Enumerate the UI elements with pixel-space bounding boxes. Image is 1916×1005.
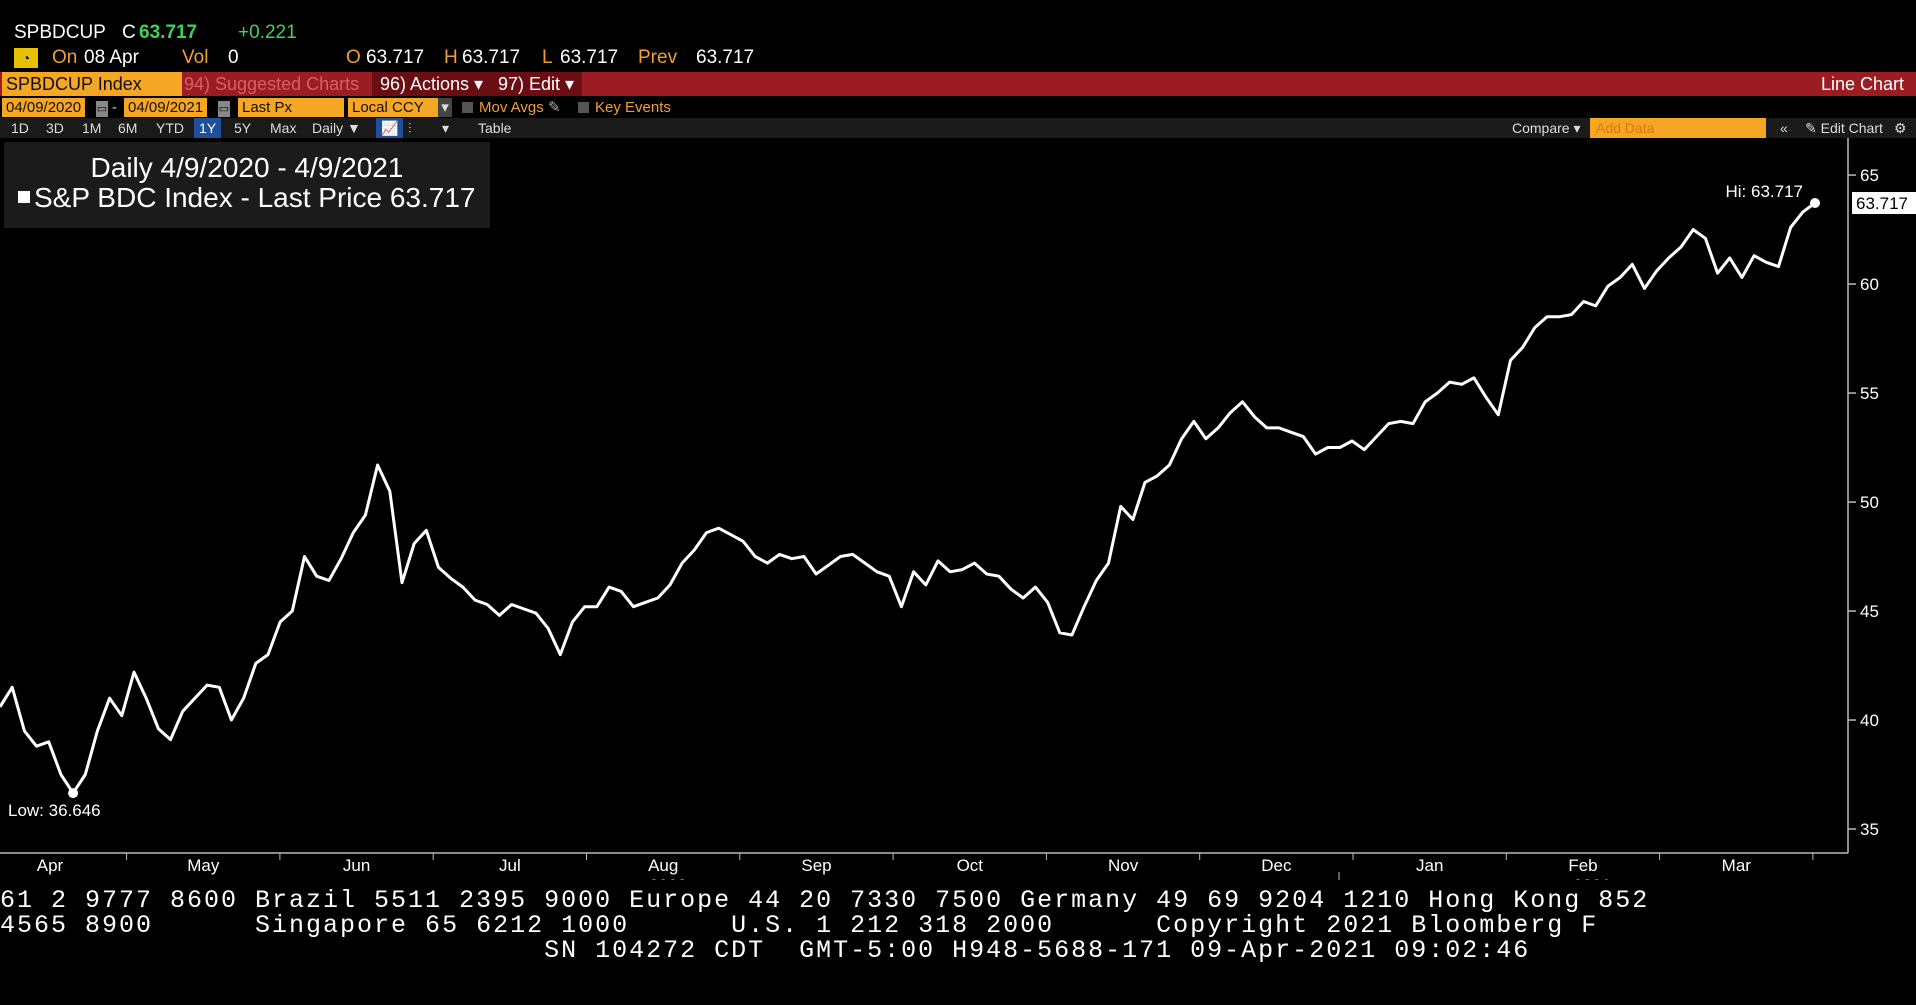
x-tick-label: Nov: [1108, 856, 1139, 875]
x-axis-labels: Apr May Jun Jul Aug Sep Oct Nov Dec Jan Feb Mar: [37, 856, 1752, 875]
low-label: Low: 36.646: [8, 801, 101, 820]
x-tick-label: Dec: [1261, 856, 1292, 875]
y-tick-label: 35: [1860, 820, 1879, 839]
x-tick-label: Jul: [499, 856, 521, 875]
high-label: Hi: 63.717: [1726, 182, 1804, 201]
x-tick-label: May: [187, 856, 220, 875]
legend-series-value: 63.717: [389, 182, 476, 213]
year-labels: 2020 2021: [649, 876, 1611, 880]
footer-line-3: SN 104272 CDT GMT-5:00 H948-5688-171 09-…: [0, 936, 1531, 965]
y-tick-label: 65: [1860, 166, 1879, 185]
series-swatch-icon: [18, 191, 30, 203]
low-point-marker: [68, 788, 79, 799]
last-value-flag: 63.717: [1852, 192, 1916, 215]
x-tick-label: Mar: [1722, 856, 1752, 875]
y-tick-label: 50: [1860, 493, 1879, 512]
y-tick-label: 40: [1860, 711, 1879, 730]
last-value-label: 63.717: [1856, 194, 1908, 213]
high-point-marker: [1810, 198, 1820, 209]
y-tick-label: 60: [1860, 275, 1879, 294]
y-tick-label: 45: [1860, 602, 1879, 621]
x-tick-label: Sep: [801, 856, 831, 875]
price-chart[interactable]: Apr May Jun Jul Aug Sep Oct Nov Dec Jan Feb Mar 202…: [0, 0, 1916, 880]
year-label: 2021: [1573, 876, 1611, 880]
x-tick-label: Jan: [1416, 856, 1443, 875]
x-tick-label: Feb: [1568, 856, 1597, 875]
x-tick-label: Apr: [37, 856, 64, 875]
x-tick-label: Oct: [957, 856, 984, 875]
y-tick-label: 55: [1860, 384, 1879, 403]
x-tick-label: Aug: [648, 856, 678, 875]
x-tick-label: Jun: [343, 856, 370, 875]
y-axis-ticks: 35 40 45 50 55 60 65: [1848, 166, 1879, 839]
legend-series-label: S&P BDC Index - Last Price: [34, 182, 383, 213]
legend-box[interactable]: Daily 4/9/2020 - 4/9/2021 S&P BDC Index …: [4, 142, 490, 228]
legend-series: S&P BDC Index - Last Price 63.717: [18, 182, 476, 214]
legend-title: Daily 4/9/2020 - 4/9/2021: [90, 152, 404, 183]
series-line: [0, 201, 1816, 795]
year-label: 2020: [649, 876, 687, 880]
